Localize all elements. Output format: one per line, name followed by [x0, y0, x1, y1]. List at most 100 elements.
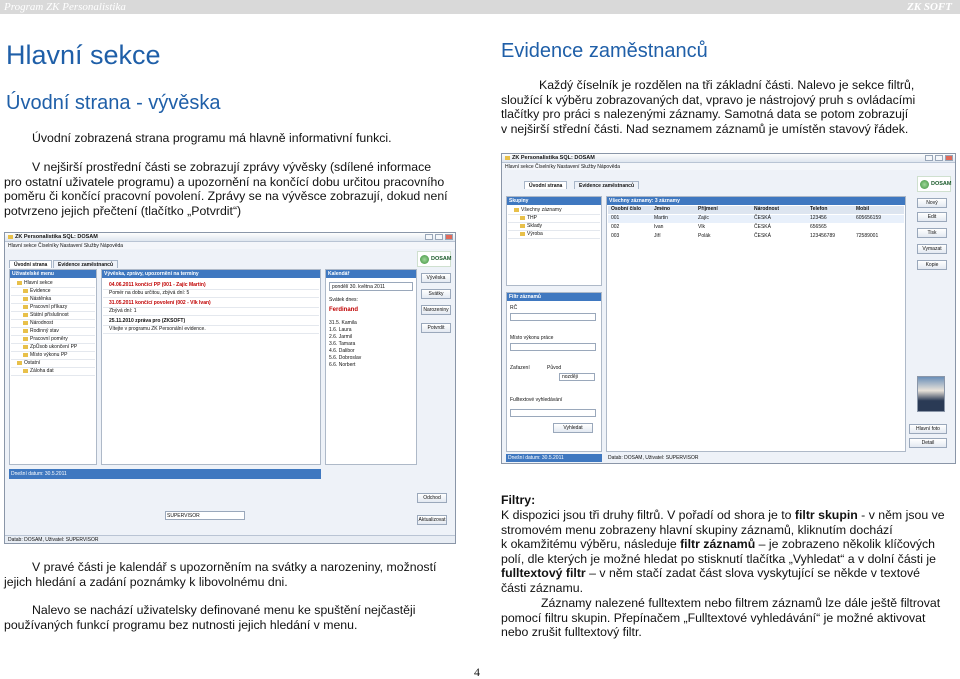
notice-line: Pomér na dobu určitou, zbývá dní: 5 — [103, 290, 319, 298]
table-header: Osobní číslo Jméno Příjmení Národnost Telefo… — [608, 206, 904, 214]
tisk-button[interactable]: Tisk — [917, 228, 947, 238]
screenshot-evidence: ZK Personalistika SQL: DOSAM Hlavní sekc… — [501, 153, 956, 464]
date-status: Dnešní datum: 30.5.2011 — [506, 454, 602, 462]
place-input[interactable] — [510, 343, 596, 351]
user-select[interactable]: SUPERVISOR — [165, 511, 245, 520]
employee-photo — [917, 376, 945, 412]
menu-item[interactable]: Místo výkonu PP — [11, 352, 95, 360]
menu-item[interactable]: Ostatní — [11, 360, 95, 368]
menu-item[interactable]: Národnost — [11, 320, 95, 328]
header-program-name: Program ZK Personalistika — [4, 1, 126, 13]
section-title: Hlavní sekce — [6, 40, 161, 70]
svatek-label: Svátek dnes: — [329, 297, 358, 303]
notice-line: 31.05.2011 končící povolení (002 - Vlk I… — [103, 300, 319, 308]
records-title: Všechny záznamy: 3 záznamy — [607, 197, 905, 205]
page-number: 4 — [474, 665, 480, 679]
header-company: ZK SOFT — [907, 1, 952, 13]
menu-item[interactable]: Pracovní příkazy — [11, 304, 95, 312]
records-panel: Všechny záznamy: 3 záznamy Osobní číslo J… — [606, 196, 906, 452]
filter-label: Původ — [547, 365, 562, 371]
kopie-button[interactable]: Kopie — [917, 260, 947, 270]
novy-button[interactable]: Nový — [917, 198, 947, 208]
group-item[interactable]: Sklady — [508, 223, 600, 231]
intro-paragraph: Úvodní zobrazená strana programu má hlav… — [32, 131, 392, 145]
maximize-icon[interactable] — [435, 234, 443, 240]
fulltext-input[interactable] — [510, 409, 596, 417]
maximize-icon[interactable] — [935, 155, 943, 161]
line: nebo zrušit fulltextový filtr. — [501, 625, 642, 640]
notice-line: 04.06.2011 končící PP (001 - Zajíc Marti… — [103, 282, 319, 290]
minimize-icon[interactable] — [925, 155, 933, 161]
menu-bar[interactable]: Hlavní sekce Číselníky Nastavení Služby … — [5, 242, 455, 249]
line: stromovém menu zobrazeny hlavní skupiny … — [501, 522, 893, 537]
screenshot-main-section: ZK Personalistika SQL: DOSAM Hlavní sekc… — [4, 232, 456, 544]
menu-bar[interactable]: Hlavní sekce Číselníky Nastavení Služby … — [502, 163, 955, 170]
menu-paragraph: Nalevo se nachází uživatelsky definované… — [4, 603, 456, 632]
line: Záznamy nalezené fulltextem nebo filtrem… — [541, 596, 941, 610]
line: pomocí filtru skupin. Přepínačem „Fullte… — [501, 610, 926, 625]
tab-evidence[interactable]: Evidence zaměstnanců — [53, 260, 119, 268]
menu-item[interactable]: Evidence — [11, 288, 95, 296]
group-item[interactable]: THP — [508, 215, 600, 223]
filter-title: Filtr záznamů — [507, 293, 601, 301]
menu-item[interactable]: Pracovní poměry — [11, 336, 95, 344]
tab-evidence[interactable]: Evidence zaměstnanců — [574, 181, 640, 189]
evidence-title: Evidence zaměstnanců — [501, 40, 708, 62]
page-header: Program ZK Personalistika ZK SOFT — [0, 0, 960, 14]
line: tlačítky pro práci s nalezenými záznamy.… — [501, 107, 909, 122]
vymazat-button[interactable]: Vymazat — [917, 244, 947, 254]
filter-label: RČ — [510, 305, 518, 311]
minimize-icon[interactable] — [425, 234, 433, 240]
tab-uvodni-strana[interactable]: Úvodní strana — [9, 260, 53, 268]
notice-board-title: Vývěska, zprávy, upozornění na termíny — [102, 270, 320, 278]
notice-line: Zbývá dní: 1 — [103, 308, 319, 316]
date-picker[interactable]: pondělí 30. května 2011 — [329, 282, 413, 291]
potvrdit-button[interactable]: Potvrdit — [421, 323, 451, 333]
line: Každý číselník je rozdělen na tři základ… — [539, 78, 915, 92]
filtry-paragraph-2: Záznamy nalezené fulltextem nebo filtrem… — [501, 596, 955, 640]
edit-button[interactable]: Edit — [917, 212, 947, 222]
svatek-name: Ferdinand — [329, 307, 359, 313]
user-menu-title: Uživatelské menu — [10, 270, 96, 278]
detail-button[interactable]: Detail — [909, 438, 947, 448]
rc-input[interactable] — [510, 313, 596, 321]
line: jejich hledání a zadání poznámky k libov… — [4, 574, 288, 589]
notice-line: 25.11.2010 zpráva pro (ZKSOFT) — [103, 318, 319, 326]
menu-item[interactable]: Hlavní sekce — [11, 280, 95, 288]
date-status: Dnešní datum: 30.5.2011 — [9, 469, 321, 479]
evidence-paragraph: Každý číselník je rozdělen na tři základ… — [501, 78, 955, 136]
line: poměru či končící pracovní povolení. Zpr… — [4, 189, 448, 204]
user-menu-panel: Uživatelské menu Hlavní sekce Evidence N… — [9, 269, 97, 465]
group-item[interactable]: Výroba — [508, 231, 600, 239]
filtry-heading: Filtry: — [501, 493, 536, 507]
menu-item[interactable]: Rodinný stav — [11, 328, 95, 336]
menu-item[interactable]: ZpŮsob ukončení PP — [11, 344, 95, 352]
name-days-list: 31.5. Kamila 1.6. Laura 2.6. Jarmil 3.6.… — [329, 320, 362, 368]
dosam-logo: DOSAM — [417, 251, 451, 267]
line: pro ostatní uživatele programu) a upozor… — [4, 174, 445, 189]
fulltext-toggle[interactable]: Fulltextové vyhledávání — [510, 397, 562, 403]
groups-panel: Skupiny Všechny záznamy THP Sklady Výrob… — [506, 196, 602, 286]
hlavni-foto-button[interactable]: Hlavní foto — [909, 424, 947, 434]
table-row[interactable]: 003 Jiří Polák ČESKÁ 123456789 72589001 — [608, 233, 904, 241]
vyveska-button[interactable]: Vývěska — [421, 273, 451, 283]
odchod-button[interactable]: Odchod — [417, 493, 447, 503]
aktualizovat-button[interactable]: Aktualizovat — [417, 515, 447, 525]
filter-label: Místo výkonu práce — [510, 335, 554, 341]
narozeniny-button[interactable]: Narozeniny — [421, 305, 451, 315]
close-icon[interactable] — [945, 155, 953, 161]
origin-select[interactable]: nozději — [559, 373, 595, 381]
group-item[interactable]: Všechny záznamy — [508, 207, 600, 215]
table-row[interactable]: 002 Ivan Vlk ČESKÁ 656565 — [608, 224, 904, 232]
menu-item[interactable]: Nástěnka — [11, 296, 95, 304]
close-icon[interactable] — [445, 234, 453, 240]
status-bar: Datab: DOSAM, Uživatel: SUPERVISOR — [5, 535, 455, 543]
svatky-button[interactable]: Svátky — [421, 289, 451, 299]
tab-uvodni-strana[interactable]: Úvodní strana — [524, 181, 568, 189]
window-title: ZK Personalistika SQL: DOSAM — [5, 233, 455, 242]
table-row[interactable]: 001 Martin Zajíc ČESKÁ 123456 605656159 — [608, 215, 904, 223]
vyhledat-button[interactable]: Vyhledat — [553, 423, 593, 433]
menu-item[interactable]: Záloha dat — [11, 368, 95, 376]
notice-line: Vítejte v programu ZK Personální evidenc… — [103, 326, 319, 334]
menu-item[interactable]: Státní příslušnost — [11, 312, 95, 320]
